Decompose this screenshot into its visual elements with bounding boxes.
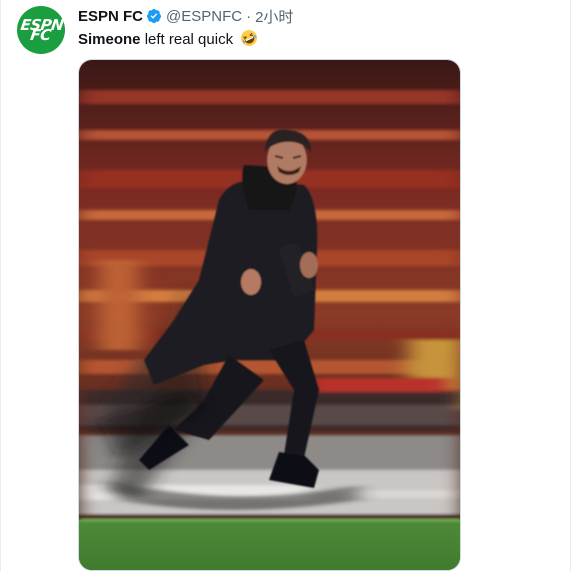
separator-dot: · <box>246 7 252 25</box>
avatar[interactable]: ESPN FC <box>17 6 65 54</box>
verified-badge-icon <box>147 9 162 23</box>
author-name[interactable]: ESPN FC <box>78 8 143 25</box>
tweet-text-bold: Simeone <box>78 31 141 48</box>
tweet-text: Simeone left real quick <box>78 29 258 50</box>
rolling-on-floor-laughing-emoji-icon <box>241 30 258 46</box>
tweet-card[interactable]: ESPN FC ESPN FC @ESPNFC · 2小时 Simeone le… <box>0 0 571 571</box>
simeone-running-photo <box>79 60 460 570</box>
tweet-text-rest: left real quick <box>140 31 234 48</box>
espn-fc-logo: ESPN FC <box>19 16 65 44</box>
tweet-photo[interactable] <box>78 59 461 571</box>
timestamp[interactable]: 2小时 <box>255 6 293 27</box>
tweet-header: ESPN FC @ESPNFC · 2小时 <box>78 6 293 26</box>
author-handle[interactable]: @ESPNFC <box>166 8 242 25</box>
